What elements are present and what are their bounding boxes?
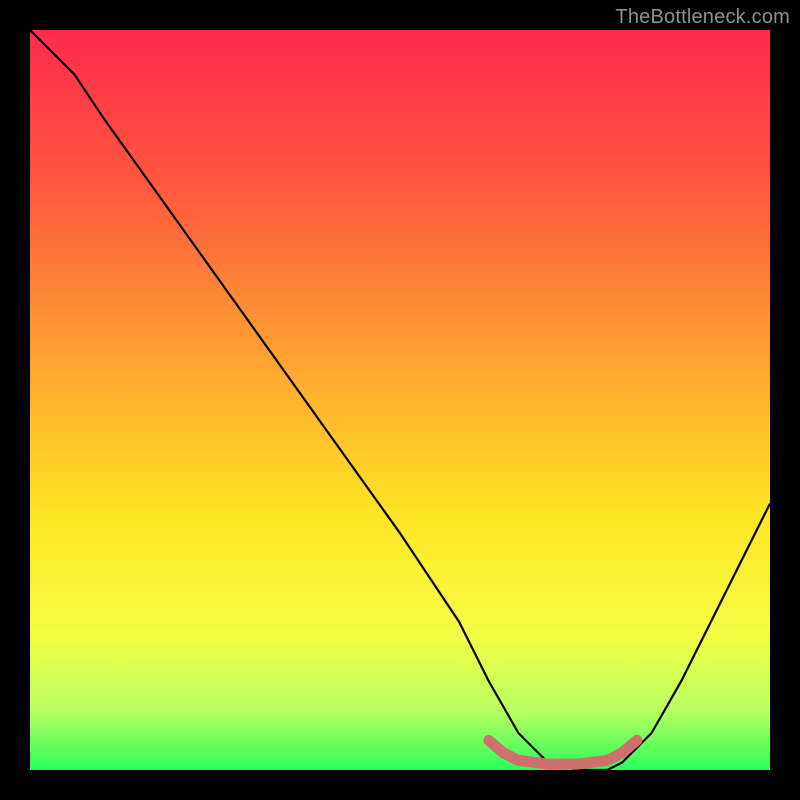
chart-stage: TheBottleneck.com [0,0,800,800]
gradient-background [30,30,770,770]
watermark-text: TheBottleneck.com [615,6,790,29]
chart-plot-area [30,30,770,770]
chart-svg [30,30,770,770]
